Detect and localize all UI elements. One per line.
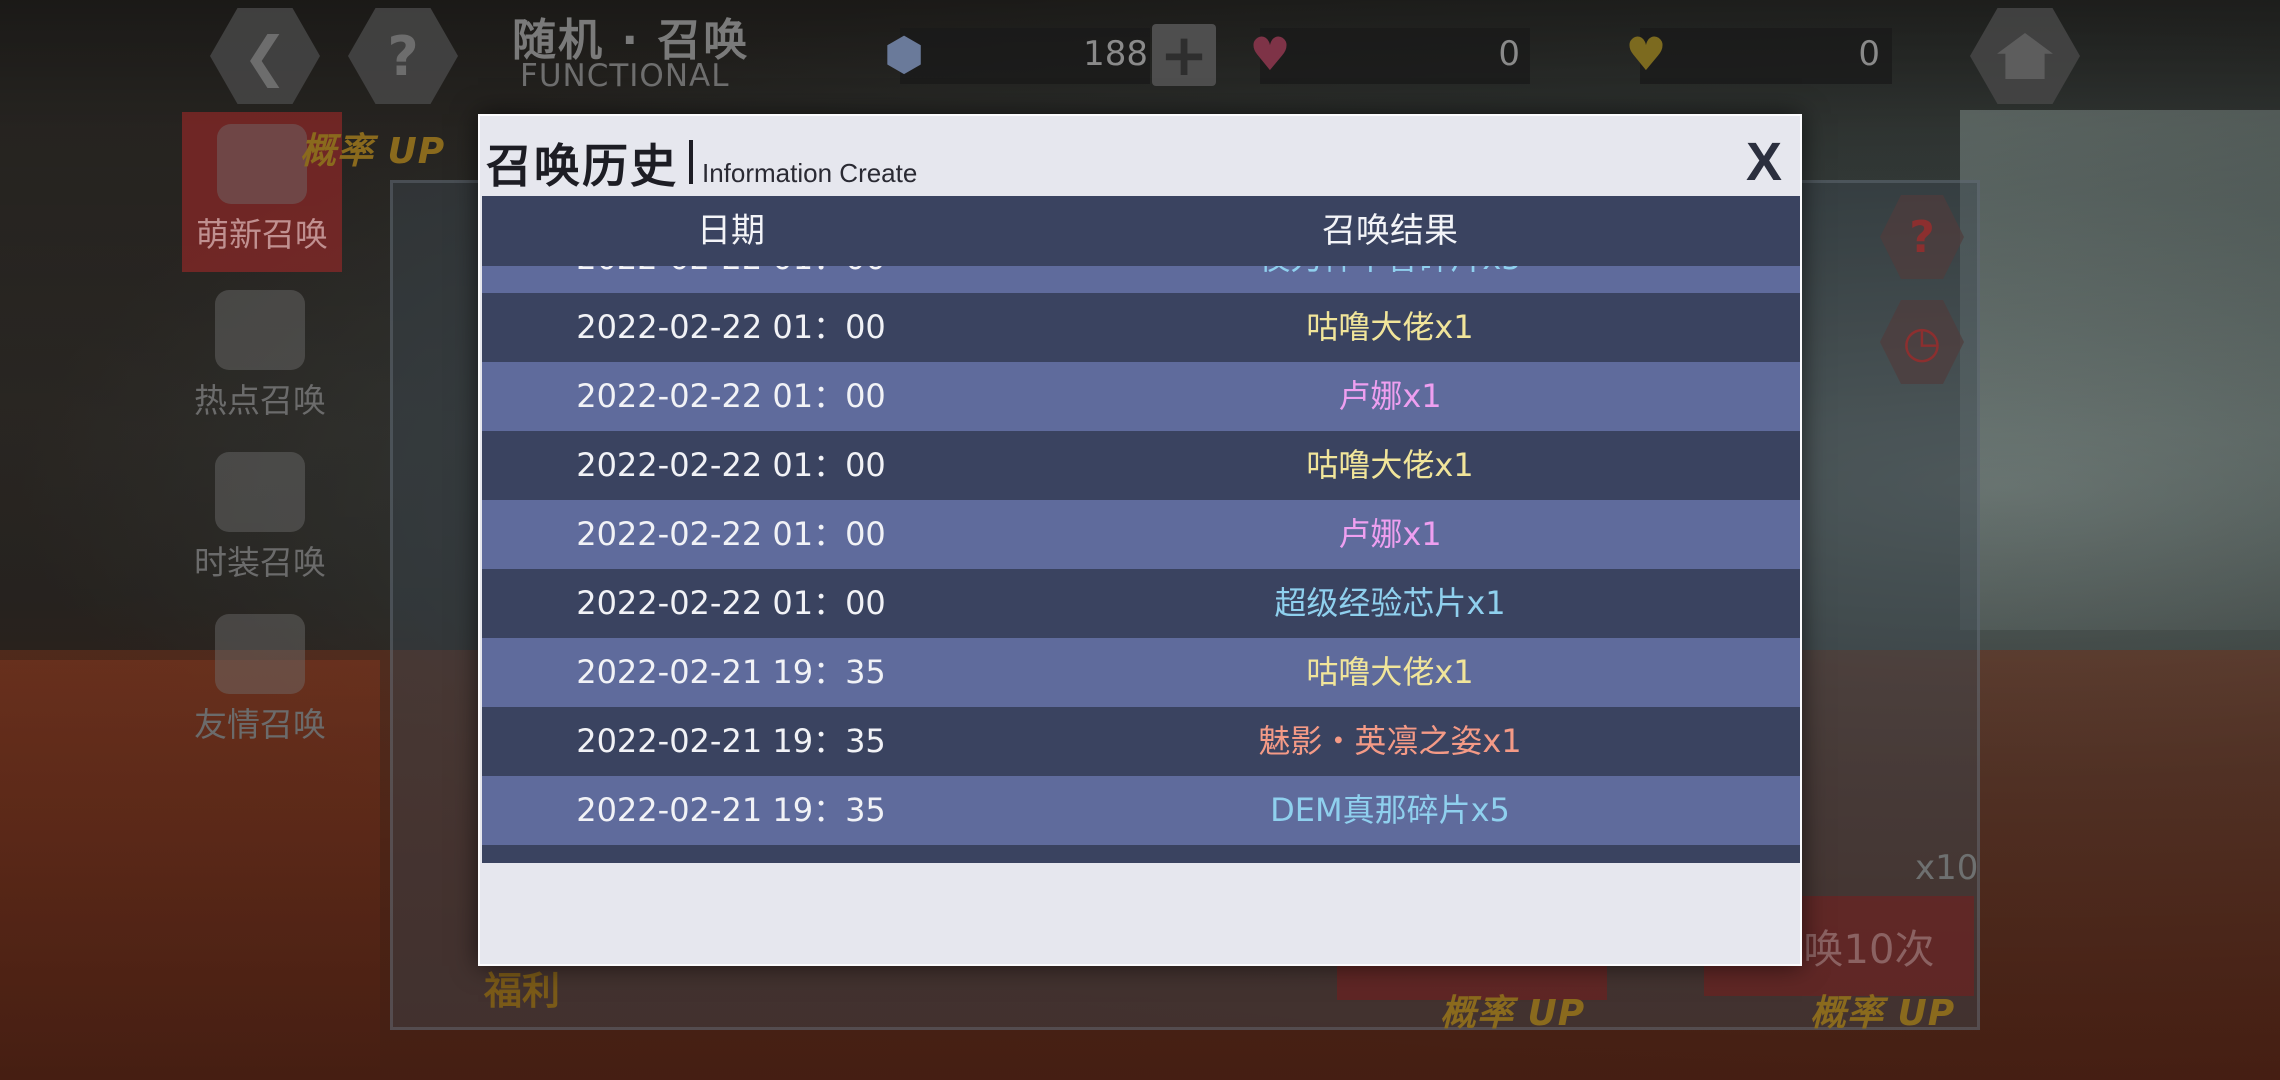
question-icon: ? <box>1909 211 1935 263</box>
history-clock-icon: ◷ <box>1902 316 1942 368</box>
row-date: 2022-02-22 01：00 <box>576 515 886 553</box>
table-row: 2022-02-21 19：35 DEM真那碎片x5 <box>482 776 1800 845</box>
row-date: 2022-02-22 01：00 <box>576 446 886 484</box>
sword-icon <box>215 290 305 370</box>
summon-history-dialog: 召唤历史 Information Create X 日期 召唤结果 2022-0… <box>478 114 1802 966</box>
rate-up-tag: 概率 UP <box>1810 993 1956 1034</box>
row-result: 咕噜大佬x1 <box>1306 446 1474 484</box>
back-arrow-icon: ❮ <box>242 24 288 88</box>
sidebar-item-outfit-summon[interactable]: 时装召唤 <box>180 452 340 584</box>
page-subtitle: FUNCTIONAL <box>520 58 730 94</box>
sidebar-item-label: 萌新召唤 <box>196 215 328 254</box>
row-result: 卢娜x1 <box>1338 377 1442 415</box>
close-button[interactable]: X <box>1734 134 1794 190</box>
crystal-count: 188 <box>1083 34 1148 74</box>
heart-badge-icon: ♥ <box>1249 27 1291 81</box>
back-button[interactable]: ❮ <box>210 8 320 104</box>
row-date: 2022-02-22 01：00 <box>576 377 886 415</box>
gold-heart-count: 0 <box>1858 34 1880 74</box>
background-window <box>1960 110 2280 630</box>
row-date: 2022-02-22 01：00 <box>482 266 980 293</box>
home-button[interactable] <box>1970 8 2080 104</box>
table-row: 2022-02-22 01：00 卢娜x1 <box>482 500 1800 569</box>
row-date: 2022-02-22 01：00 <box>576 584 886 622</box>
row-result: 超级经验芯片x1 <box>1274 584 1506 622</box>
crystal-icon: ⬢ <box>883 27 925 81</box>
sidebar-item-label: 友情召唤 <box>194 705 326 744</box>
heart-icon <box>215 614 305 694</box>
summon-10-label: 唤10次 <box>1803 927 1935 973</box>
table-row: 2022-02-22 01：00夜刀神十香碎片x5 <box>482 266 1800 293</box>
sidebar-item-friend-summon[interactable]: 友情召唤 <box>180 614 340 746</box>
table-row: 2022-02-22 01：00 超级经验芯片x1 <box>482 569 1800 638</box>
table-row: 2022-02-22 01：00 咕噜大佬x1 <box>482 431 1800 500</box>
title-divider <box>689 140 693 184</box>
table-row <box>482 845 1800 863</box>
help-button[interactable]: ? <box>348 8 458 104</box>
table-body[interactable]: 2022-02-22 01：00夜刀神十香碎片x52022-02-22 01：0… <box>482 266 1800 876</box>
sidebar-item-label: 热点召唤 <box>194 381 326 420</box>
table-row: 2022-02-21 19：35 魅影・英凛之姿x1 <box>482 707 1800 776</box>
capsule-icon <box>217 124 307 204</box>
gold-heart-badge-icon: ♥ <box>1625 27 1667 81</box>
row-result: 卢娜x1 <box>1338 515 1442 553</box>
dialog-header: 召唤历史 Information Create X <box>480 116 1800 194</box>
row-date: 2022-02-22 01：00 <box>576 308 886 346</box>
rate-up-tag: 概率 UP <box>1440 993 1586 1034</box>
table-row: 2022-02-22 01：00 咕噜大佬x1 <box>482 293 1800 362</box>
table-header: 日期 召唤结果 <box>482 196 1800 266</box>
column-header-date: 日期 <box>697 211 765 251</box>
row-result: DEM真那碎片x5 <box>1270 791 1510 829</box>
row-date: 2022-02-21 19：35 <box>576 722 886 760</box>
plus-icon: + <box>1159 21 1209 89</box>
add-crystal-button[interactable]: + <box>1152 21 1216 89</box>
row-date: 2022-02-21 19：35 <box>576 791 886 829</box>
welfare-label: 福利 <box>484 969 561 1013</box>
row-result: 魅影・英凛之姿x1 <box>1258 722 1522 760</box>
dialog-title: 召唤历史 <box>486 139 678 193</box>
x10-label: x10 <box>1915 848 1979 888</box>
sidebar-item-hot-summon[interactable]: 热点召唤 <box>180 290 340 422</box>
row-result: 咕噜大佬x1 <box>1306 308 1474 346</box>
home-icon <box>1997 33 2053 79</box>
history-table[interactable]: 日期 召唤结果 2022-02-22 01：00夜刀神十香碎片x52022-02… <box>482 196 1800 876</box>
top-bar: ❮ ? 随机 · 召唤 FUNCTIONAL ⬢ 188 + ♥ 0 ♥ 0 <box>0 0 2280 110</box>
heart-count: 0 <box>1498 34 1520 74</box>
row-result: 夜刀神十香碎片x5 <box>980 266 1800 293</box>
sidebar-item-label: 时装召唤 <box>194 543 326 582</box>
table-row: 2022-02-21 19：35 咕噜大佬x1 <box>482 638 1800 707</box>
row-date: 2022-02-21 19：35 <box>576 653 886 691</box>
column-header-result: 召唤结果 <box>1322 211 1458 251</box>
table-row: 2022-02-22 01：00 卢娜x1 <box>482 362 1800 431</box>
row-result: 咕噜大佬x1 <box>1306 653 1474 691</box>
dress-icon <box>215 452 305 532</box>
question-icon: ? <box>387 24 419 88</box>
dialog-subtitle: Information Create <box>702 158 918 188</box>
rate-up-tag: 概率 UP <box>300 131 446 172</box>
